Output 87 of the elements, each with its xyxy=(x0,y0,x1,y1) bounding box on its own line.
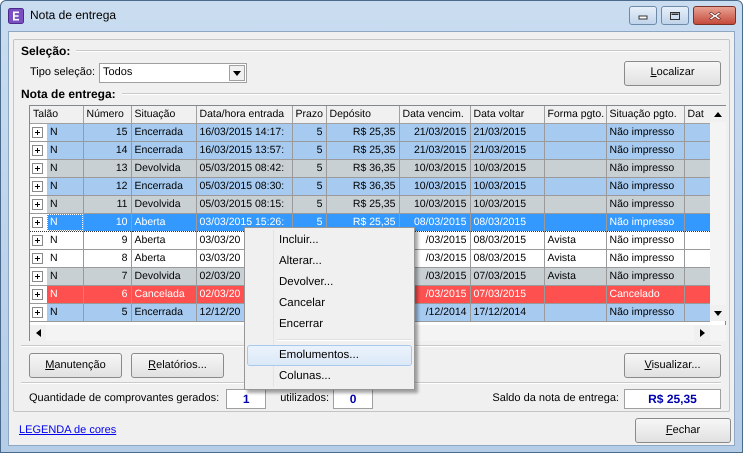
table-cell: 5 xyxy=(292,177,326,195)
table-cell: 9 xyxy=(83,231,131,249)
table-cell: 21/03/2015 xyxy=(470,141,544,159)
table-cell: Devolvida xyxy=(131,195,196,213)
table-cell: Não impresso xyxy=(606,159,684,177)
table-cell: 10/03/2015 xyxy=(399,177,470,195)
table-cell: 10/03/2015 xyxy=(470,159,544,177)
table-cell: N xyxy=(47,142,82,158)
table-cell: 08/03/2015 xyxy=(470,249,544,267)
table-cell: 10 xyxy=(83,213,131,231)
table-cell: 10/03/2015 xyxy=(470,195,544,213)
count-field: 0 xyxy=(333,389,374,409)
table-cell: 10/03/2015 xyxy=(470,177,544,195)
table-cell: Aberta xyxy=(131,213,196,231)
table-cell: Aberta xyxy=(131,249,196,267)
table-cell: 7 xyxy=(83,267,131,285)
table-cell: 05/03/2015 08:15: xyxy=(196,195,292,213)
table-cell: 12 xyxy=(83,177,131,195)
table-cell: 8 xyxy=(83,249,131,267)
table-cell: Devolvida xyxy=(131,159,196,177)
table-cell: Não impresso xyxy=(606,303,684,321)
table-cell: 10/03/2015 xyxy=(399,159,470,177)
table-cell: N xyxy=(47,286,82,302)
table-cell: N xyxy=(47,124,82,140)
table-cell: N xyxy=(47,196,82,212)
table-cell: N xyxy=(47,268,82,284)
table-cell: 07/03/2015 xyxy=(470,267,544,285)
table-cell: Cancelada xyxy=(131,285,196,303)
section-heading: Seleção: xyxy=(21,44,70,58)
counter-label: utilizados: xyxy=(280,392,330,406)
table-cell: R$ 25,35 xyxy=(326,195,399,213)
table-cell: Não impresso xyxy=(606,213,684,231)
table-cell: 08/03/2015 xyxy=(470,213,544,231)
dropdown-value: Todos xyxy=(103,66,132,80)
table-cell: Não impresso xyxy=(606,231,684,249)
table-cell: N xyxy=(47,214,82,230)
section-heading: Nota de entrega: xyxy=(21,86,116,102)
table-cell: 21/03/2015 xyxy=(470,123,544,141)
balance-label: Saldo da nota de entrega: xyxy=(492,392,619,406)
table-cell: Não impresso xyxy=(606,123,684,141)
table-cell: Não impresso xyxy=(606,195,684,213)
table-cell: N xyxy=(47,304,82,320)
count-field: 1 xyxy=(226,389,266,409)
table-cell: Avista xyxy=(544,231,606,249)
table-cell: 05/03/2015 08:42: xyxy=(196,159,292,177)
table-cell: 5 xyxy=(292,123,326,141)
table-cell: Encerrada xyxy=(131,141,196,159)
table-cell: 14 xyxy=(83,141,131,159)
table-cell: R$ 36,35 xyxy=(326,177,399,195)
table-cell: 15 xyxy=(83,123,131,141)
table-cell: Não impresso xyxy=(606,249,684,267)
table-cell: 10/03/2015 xyxy=(399,195,470,213)
balance-field: R$ 25,35 xyxy=(624,389,721,409)
table-cell: R$ 25,35 xyxy=(326,123,399,141)
table-cell: N xyxy=(47,160,82,176)
table-cell: R$ 36,35 xyxy=(326,159,399,177)
table-cell: Aberta xyxy=(131,231,196,249)
table-cell: Encerrada xyxy=(131,177,196,195)
table-cell: Não impresso xyxy=(606,267,684,285)
table-cell: 5 xyxy=(292,141,326,159)
table-cell: 17/12/2014 xyxy=(470,303,544,321)
table-cell: Avista xyxy=(544,249,606,267)
table-cell: N xyxy=(47,178,82,194)
table-cell: Não impresso xyxy=(606,141,684,159)
table-cell: 16/03/2015 13:57: xyxy=(196,141,292,159)
table-cell: 11 xyxy=(83,195,131,213)
window-title: Nota de entrega xyxy=(30,8,118,23)
table-cell: Cancelado xyxy=(606,285,684,303)
field-label: Tipo seleção: xyxy=(30,66,96,80)
table-cell: R$ 25,35 xyxy=(326,141,399,159)
table-cell: 05/03/2015 08:30: xyxy=(196,177,292,195)
table-cell: Devolvida xyxy=(131,267,196,285)
table-cell: 6 xyxy=(83,285,131,303)
table-cell: 5 xyxy=(292,159,326,177)
table-cell: 07/03/2015 xyxy=(470,285,544,303)
table-cell: Encerrada xyxy=(131,123,196,141)
table-cell: 5 xyxy=(83,303,131,321)
table-cell: 21/03/2015 xyxy=(399,141,470,159)
table-cell: 08/03/2015 xyxy=(470,231,544,249)
table-cell: Não impresso xyxy=(606,177,684,195)
table-cell: Avista xyxy=(544,267,606,285)
counter-label: Quantidade de comprovantes gerados: xyxy=(29,392,220,406)
table-cell: 21/03/2015 xyxy=(399,123,470,141)
table-cell: 13 xyxy=(83,159,131,177)
table-cell: Encerrada xyxy=(131,303,196,321)
table-cell: 16/03/2015 14:17: xyxy=(196,123,292,141)
table-cell: 5 xyxy=(292,195,326,213)
